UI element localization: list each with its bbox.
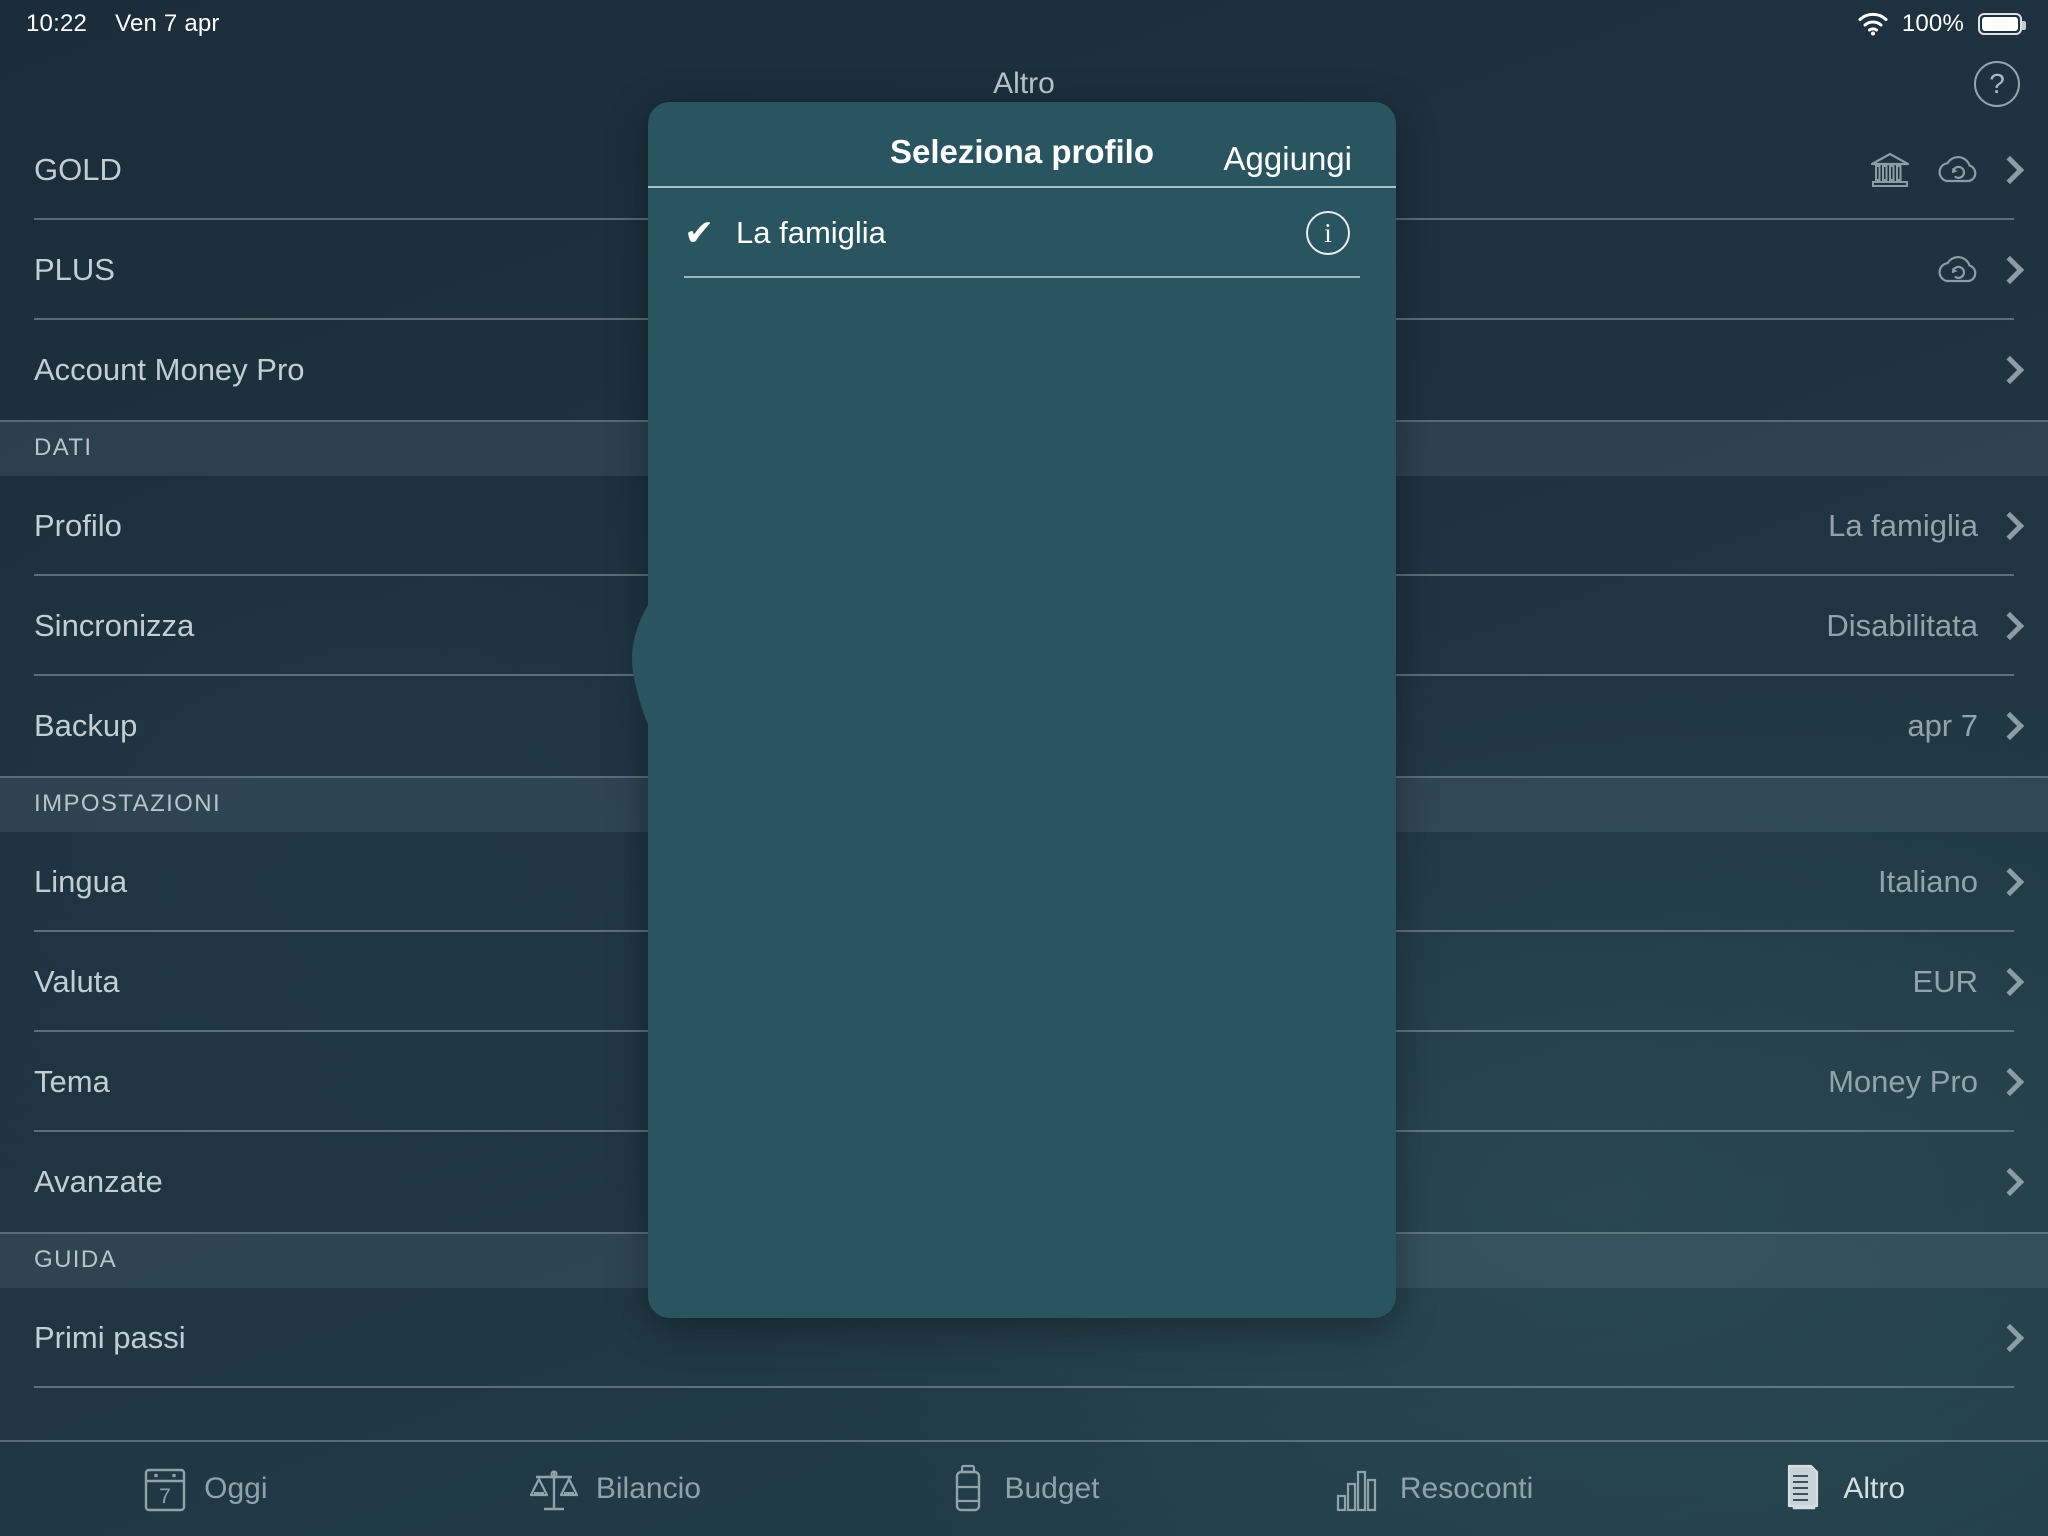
select-profile-popover: Seleziona profilo Aggiungi ✔ La famiglia… (648, 102, 1396, 1318)
tab-label: Bilancio (596, 1472, 701, 1506)
calendar-icon: 7 (142, 1464, 188, 1514)
row-label: Primi passi (34, 1320, 186, 1356)
info-circle-icon[interactable]: i (1306, 211, 1350, 255)
row-label: Valuta (34, 964, 120, 1000)
bar-chart-icon (1334, 1464, 1384, 1514)
tab-label: Resoconti (1400, 1472, 1533, 1506)
chevron-right-icon (1996, 712, 2024, 740)
row-value: EUR (1913, 964, 1978, 1000)
chevron-right-icon (1996, 612, 2024, 640)
chevron-right-icon (1996, 512, 2024, 540)
row-label: Avanzate (34, 1164, 163, 1200)
row-value: La famiglia (1828, 508, 1978, 544)
chevron-right-icon (1996, 256, 2024, 284)
cloud-sync-icon (1934, 248, 1978, 292)
question-mark-icon[interactable]: ? (1974, 61, 2020, 107)
chevron-right-icon (1996, 968, 2024, 996)
tab-bilancio[interactable]: Bilancio (410, 1463, 820, 1515)
budget-jar-icon (948, 1463, 988, 1515)
popover-item-separator (684, 276, 1360, 278)
chevron-right-icon (1996, 156, 2024, 184)
row-accessories (1868, 148, 2020, 192)
bank-icon (1868, 148, 1912, 192)
row-label: Backup (34, 708, 137, 744)
row-value: Italiano (1878, 864, 1978, 900)
tab-resoconti[interactable]: Resoconti (1229, 1464, 1639, 1514)
status-date: Ven 7 apr (115, 10, 220, 38)
row-accessories (1934, 248, 2020, 292)
status-right-cluster: 100% (1858, 10, 2022, 38)
row-accessories (2000, 360, 2020, 380)
chevron-right-icon (1996, 1324, 2024, 1352)
scales-icon (528, 1463, 580, 1515)
wifi-icon (1858, 12, 1888, 36)
row-value: Disabilitata (1826, 608, 1978, 644)
row-accessories: Italiano (1878, 864, 2020, 900)
row-label: GOLD (34, 152, 122, 188)
tab-altro[interactable]: Altro (1638, 1462, 2048, 1516)
row-accessories (2000, 1172, 2020, 1192)
svg-text:7: 7 (159, 1485, 171, 1508)
documents-icon (1781, 1462, 1827, 1516)
row-value: apr 7 (1907, 708, 1978, 744)
tab-budget[interactable]: Budget (819, 1463, 1229, 1515)
row-accessories: La famiglia (1828, 508, 2020, 544)
row-accessories: Money Pro (1828, 1064, 2020, 1100)
popover-title: Seleziona profilo (890, 133, 1154, 171)
row-accessories: apr 7 (1907, 708, 2020, 744)
chevron-right-icon (1996, 868, 2024, 896)
row-accessories: Disabilitata (1826, 608, 2020, 644)
tab-label: Budget (1004, 1472, 1099, 1506)
cloud-sync-icon (1934, 148, 1978, 192)
popover-arrow (618, 602, 650, 730)
page-title: Altro (0, 67, 2048, 101)
status-bar: 10:22 Ven 7 apr 100% (0, 0, 2048, 48)
row-label: Lingua (34, 864, 127, 900)
app-root: 10:22 Ven 7 apr 100% Altro ? GOLD (0, 0, 2048, 1536)
row-label: Account Money Pro (34, 352, 305, 388)
profile-name-label: La famiglia (736, 215, 886, 251)
battery-full-icon (1978, 13, 2022, 35)
tab-bar: 7 Oggi Bilancio (0, 1440, 2048, 1536)
row-label: Profilo (34, 508, 122, 544)
row-value: Money Pro (1828, 1064, 1978, 1100)
battery-percent-label: 100% (1902, 10, 1964, 38)
row-separator (34, 1386, 2014, 1388)
tab-oggi[interactable]: 7 Oggi (0, 1464, 410, 1514)
row-accessories: EUR (1913, 964, 2020, 1000)
tab-label: Altro (1843, 1472, 1905, 1506)
checkmark-icon: ✔ (684, 215, 728, 251)
status-time: 10:22 (26, 10, 87, 38)
profile-list-item[interactable]: ✔ La famiglia i (648, 188, 1396, 278)
chevron-right-icon (1996, 356, 2024, 384)
chevron-right-icon (1996, 1168, 2024, 1196)
chevron-right-icon (1996, 1068, 2024, 1096)
row-accessories (2000, 1328, 2020, 1348)
row-label: Sincronizza (34, 608, 194, 644)
add-profile-button[interactable]: Aggiungi (1224, 140, 1352, 178)
popover-header: Seleziona profilo Aggiungi (648, 102, 1396, 188)
row-label: PLUS (34, 252, 115, 288)
tab-label: Oggi (204, 1472, 267, 1506)
row-label: Tema (34, 1064, 110, 1100)
